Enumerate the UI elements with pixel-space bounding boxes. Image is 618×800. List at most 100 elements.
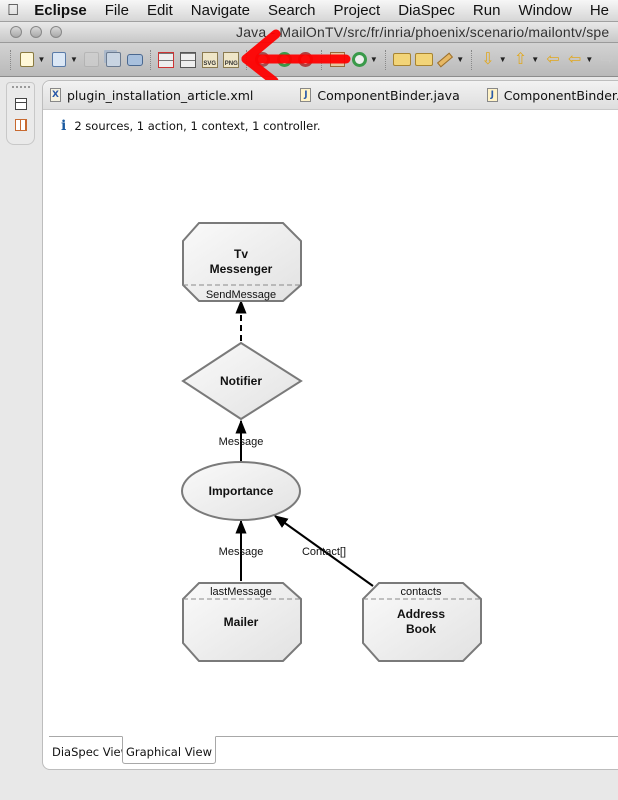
toolbar-separator — [471, 49, 473, 70]
save-button[interactable] — [83, 50, 101, 70]
open-resource-icon — [414, 53, 433, 66]
toolbar-separator — [320, 49, 323, 70]
port-contacts: contacts — [401, 586, 442, 598]
layout-flat-button[interactable] — [179, 50, 197, 70]
toolbar-separator — [149, 49, 152, 70]
forward-button[interactable]: ⇨ — [598, 50, 616, 70]
open-resource-button[interactable] — [414, 50, 433, 70]
edge-label-message-upper: Message — [219, 436, 264, 448]
new-component-icon — [351, 52, 367, 67]
new-class-button[interactable] — [329, 50, 347, 70]
export-svg-button[interactable]: SVG — [201, 50, 219, 70]
menu-navigate[interactable]: Navigate — [182, 2, 259, 19]
external-tools-button[interactable] — [297, 50, 315, 70]
new-project-icon — [19, 52, 34, 67]
forward-icon: ⇨ — [600, 50, 614, 68]
last-edit-icon: ⇦ — [546, 50, 560, 68]
window-controls — [10, 26, 62, 38]
node-label-line1: Address — [397, 607, 445, 621]
window-titlebar: Java - MailOnTV/src/fr/inria/phoenix/sce… — [0, 22, 618, 43]
menu-run[interactable]: Run — [464, 2, 510, 19]
export-png-button[interactable]: PNG — [222, 50, 240, 70]
drag-handle[interactable] — [12, 86, 30, 88]
save-all-button[interactable] — [105, 50, 123, 70]
pen-button[interactable] — [437, 50, 455, 70]
close-window-button[interactable] — [10, 26, 22, 38]
toolbar-separator — [384, 49, 387, 70]
print-button[interactable] — [126, 50, 144, 70]
edge-label-contacts: Contact[] — [302, 546, 346, 558]
external-tools-icon — [298, 52, 314, 67]
node-label: Importance — [209, 484, 274, 498]
minimize-window-button[interactable] — [30, 26, 42, 38]
export-svg-icon: SVG — [201, 51, 218, 68]
new-class-icon — [329, 52, 345, 67]
toolbar-separator — [246, 49, 248, 70]
next-annotation-button[interactable]: ⇩ — [479, 50, 497, 70]
new-component-button[interactable] — [350, 50, 368, 70]
menu-app-eclipse[interactable]: Eclipse — [26, 2, 96, 19]
zoom-window-button[interactable] — [50, 26, 62, 38]
node-address-book[interactable]: contacts Address Book — [362, 582, 482, 662]
tab-graphical-view[interactable]: Graphical View — [122, 736, 216, 764]
print-icon — [126, 53, 143, 66]
menu-project[interactable]: Project — [325, 2, 390, 19]
window-title: Java - MailOnTV/src/fr/inria/phoenix/sce… — [236, 24, 610, 40]
outline-view-icon[interactable] — [15, 119, 27, 131]
layout-button[interactable] — [158, 50, 176, 70]
restore-icon[interactable] — [15, 98, 27, 110]
new-file-icon — [52, 52, 67, 67]
save-all-icon — [105, 52, 121, 67]
new-project-dropdown[interactable]: ▼ — [37, 55, 45, 64]
menu-help[interactable]: He — [581, 2, 618, 19]
node-label: Notifier — [220, 374, 262, 388]
back-icon: ⇦ — [567, 50, 582, 68]
next-annotation-dropdown[interactable]: ▼ — [499, 55, 507, 64]
view-tab-bar: DiaSpec View Graphical View — [49, 736, 618, 764]
node-label-line2: Messenger — [210, 262, 273, 276]
back-button[interactable]: ⇦ — [566, 50, 584, 70]
save-icon — [84, 52, 100, 67]
previous-annotation-icon: ⇧ — [513, 50, 528, 68]
previous-annotation-dropdown[interactable]: ▼ — [531, 55, 539, 64]
next-annotation-icon: ⇩ — [481, 50, 495, 68]
pen-dropdown[interactable]: ▼ — [456, 55, 464, 64]
menu-edit[interactable]: Edit — [138, 2, 182, 19]
new-component-dropdown[interactable]: ▼ — [370, 55, 378, 64]
menu-window[interactable]: Window — [509, 2, 580, 19]
open-type-button[interactable] — [392, 50, 411, 70]
node-importance[interactable]: Importance — [181, 461, 301, 521]
run-icon — [276, 52, 292, 67]
layout-flat-icon — [180, 51, 197, 68]
debug-button[interactable] — [254, 50, 272, 70]
export-png-icon: PNG — [223, 51, 240, 68]
last-edit-button[interactable]: ⇦ — [544, 50, 562, 70]
new-file-button[interactable] — [50, 50, 68, 70]
new-file-dropdown[interactable]: ▼ — [70, 55, 78, 64]
minimized-view-stack — [6, 82, 35, 145]
node-label-line2: Book — [406, 622, 436, 636]
port-send-message: SendMessage — [206, 289, 276, 301]
node-tv-messenger[interactable]: Tv Messenger SendMessage — [182, 222, 302, 302]
run-button[interactable] — [276, 50, 294, 70]
previous-annotation-button[interactable]: ⇧ — [512, 50, 530, 70]
back-dropdown[interactable]: ▼ — [585, 55, 593, 64]
menu-file[interactable]: File — [96, 2, 138, 19]
editor-area: X plugin_installation_article.xml J Comp… — [42, 80, 618, 770]
debug-icon — [255, 52, 271, 67]
pen-icon — [437, 52, 454, 67]
menu-search[interactable]: Search — [259, 2, 325, 19]
new-project-button[interactable] — [18, 50, 36, 70]
node-notifier[interactable]: Notifier — [181, 341, 303, 421]
node-label: Mailer — [224, 615, 259, 629]
tab-diaspec-view[interactable]: DiaSpec View — [49, 737, 133, 763]
menu-bar:  Eclipse File Edit Navigate Search Proj… — [0, 0, 618, 22]
main-toolbar: ▼ ▼ SVG PNG ▼ ▼ ⇩ ▼ ⇧ ▼ ⇦ ⇦ ▼ ⇨ — [0, 43, 618, 77]
apple-menu-icon[interactable]:  — [0, 2, 26, 20]
menu-diaspec[interactable]: DiaSpec — [389, 2, 464, 19]
node-label-line1: Tv — [234, 247, 248, 261]
toolbar-separator — [10, 49, 12, 70]
edge-label-message-lower: Message — [219, 546, 264, 558]
port-last-message: lastMessage — [210, 586, 272, 598]
node-mailer[interactable]: lastMessage Mailer — [182, 582, 302, 662]
